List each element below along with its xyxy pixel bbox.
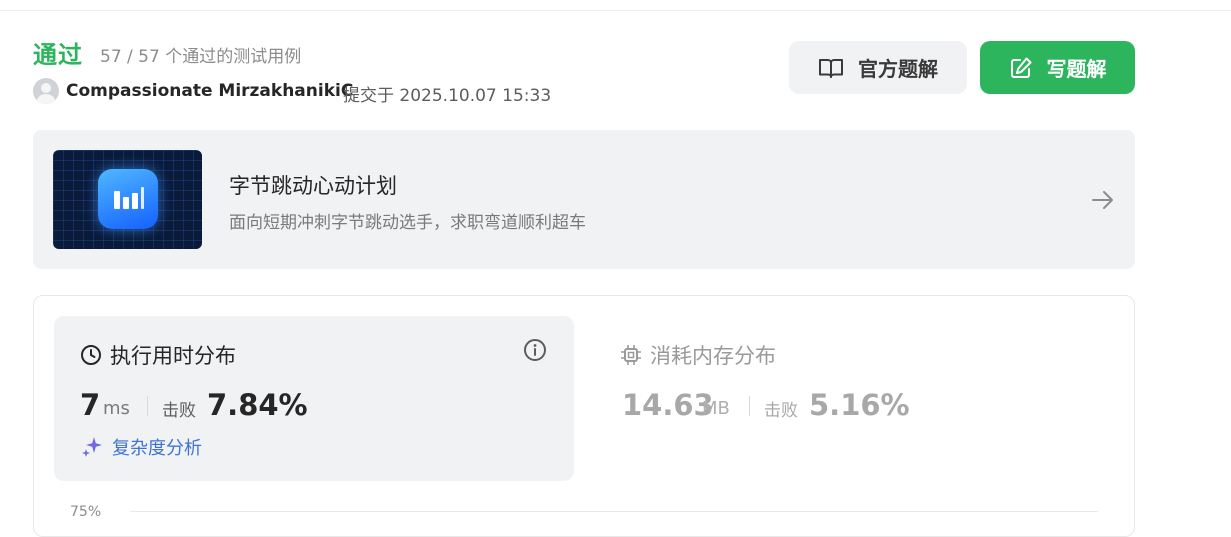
memory-separator [749,396,750,416]
memory-panel[interactable]: 消耗内存分布 14.63 MB 击败 5.16% [604,316,1104,481]
write-solution-label: 写题解 [1046,57,1107,81]
complexity-analysis-link[interactable]: 复杂度分析 [80,434,202,460]
complexity-analysis-label: 复杂度分析 [112,438,202,459]
runtime-title: 执行用时分布 [80,340,236,370]
testcase-count: 57 / 57 个通过的测试用例 [100,47,302,67]
banner-title: 字节跳动心动计划 [229,174,397,198]
memory-value: 14.63 [622,388,714,422]
runtime-unit: ms [103,398,130,419]
arrow-right-icon[interactable] [1090,188,1116,212]
write-solution-button[interactable]: 写题解 [980,41,1135,94]
result-status: 通过 [33,41,83,69]
runtime-value: 7 [80,388,101,422]
banner-image [53,150,202,249]
memory-beat-percent: 5.16% [809,388,910,422]
sparkle-icon [82,437,102,457]
memory-beat-label: 击败 [764,401,798,421]
official-solution-button[interactable]: 官方题解 [789,41,967,94]
banner-logo [98,169,158,229]
promo-banner[interactable]: 字节跳动心动计划 面向短期冲刺字节跳动选手，求职弯道顺利超车 [33,130,1135,269]
memory-title-label: 消耗内存分布 [650,344,776,368]
banner-subtitle: 面向短期冲刺字节跳动选手，求职弯道顺利超车 [229,213,586,233]
edit-icon [1010,57,1031,78]
stats-card: 执行用时分布 7 ms 击败 7.84% 复杂度分析 消耗内存分布 14.63 … [33,295,1135,537]
clock-icon [81,345,101,365]
submitted-time: 提交于 2025.10.07 15:33 [343,86,552,106]
top-divider [0,10,1231,11]
runtime-title-label: 执行用时分布 [110,344,236,368]
runtime-beat-label: 击败 [162,401,196,421]
avatar[interactable] [33,78,59,104]
book-icon [819,58,843,78]
official-solution-label: 官方题解 [858,57,938,81]
runtime-panel[interactable]: 执行用时分布 7 ms 击败 7.84% 复杂度分析 [54,316,574,481]
runtime-beat-percent: 7.84% [207,388,308,422]
username-link[interactable]: Compassionate MirzakhanikiC [66,81,353,101]
memory-title: 消耗内存分布 [620,340,776,370]
chart-axis-label: 75% [70,504,102,520]
memory-unit: MB [702,398,730,419]
chip-icon [621,345,641,365]
info-icon[interactable] [523,338,547,362]
runtime-separator [147,396,148,416]
